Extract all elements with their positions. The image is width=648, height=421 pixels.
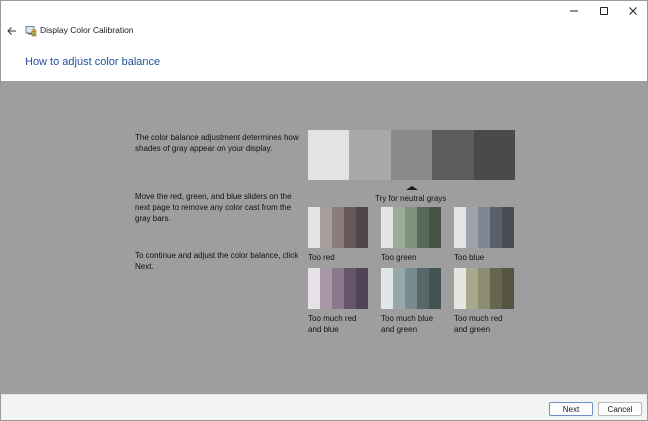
app-title: Display Color Calibration	[40, 25, 134, 35]
swatch-segment	[466, 268, 478, 309]
back-arrow-icon	[7, 27, 16, 35]
neutral-grays-label: Try for neutral grays	[375, 194, 447, 203]
swatch-segment	[417, 207, 429, 248]
intro-paragraph: The color balance adjustment determines …	[135, 133, 299, 153]
gray-segment	[390, 130, 433, 180]
swatch-segment	[405, 207, 417, 248]
minimize-button[interactable]	[559, 1, 589, 21]
footer-bar: Next Cancel	[1, 394, 647, 420]
title-bar	[1, 1, 647, 21]
example-swatch-too-green	[381, 207, 441, 248]
neutral-gray-bar	[308, 130, 516, 180]
swatch-segment	[417, 268, 429, 309]
swatch-segment	[308, 268, 320, 309]
swatch-segment	[478, 268, 490, 309]
example-label-too-red: Too red	[308, 253, 335, 262]
swatch-segment	[502, 207, 514, 248]
maximize-button[interactable]	[589, 1, 619, 21]
maximize-icon	[600, 7, 608, 15]
example-label-too-much-red-and-blue: Too much red and blue	[308, 314, 357, 334]
gray-segment	[473, 130, 516, 180]
example-label-too-much-red-and-green: Too much red and green	[454, 314, 503, 334]
swatch-segment	[466, 207, 478, 248]
close-icon	[629, 7, 637, 15]
example-swatch-too-red	[308, 207, 368, 248]
swatch-segment	[344, 268, 356, 309]
swatch-segment	[429, 268, 441, 309]
example-swatch-too-much-blue-and-green	[381, 268, 441, 309]
gray-segment	[308, 130, 350, 180]
example-swatch-too-blue	[454, 207, 514, 248]
example-label-too-much-blue-and-green: Too much blue and green	[381, 314, 434, 334]
display-calibration-icon	[25, 26, 37, 37]
swatch-segment	[344, 207, 356, 248]
swatch-segment	[490, 268, 502, 309]
swatch-segment	[381, 268, 393, 309]
swatch-segment	[405, 268, 417, 309]
back-button[interactable]	[4, 23, 20, 39]
swatch-segment	[490, 207, 502, 248]
continue-paragraph: To continue and adjust the color balance…	[135, 251, 299, 271]
example-label-too-blue: Too blue	[454, 253, 485, 262]
close-button[interactable]	[618, 1, 647, 21]
swatch-segment	[393, 207, 405, 248]
cancel-button[interactable]: Cancel	[598, 402, 642, 416]
page-title: How to adjust color balance	[25, 56, 161, 68]
swatch-segment	[320, 268, 332, 309]
neutral-indicator-icon	[406, 186, 418, 190]
navigation-row: Display Color Calibration	[1, 21, 647, 41]
swatch-segment	[320, 207, 332, 248]
gray-segment	[432, 130, 474, 180]
swatch-segment	[381, 207, 393, 248]
swatch-segment	[454, 268, 466, 309]
swatch-segment	[332, 207, 344, 248]
swatch-segment	[454, 207, 466, 248]
swatch-segment	[502, 268, 514, 309]
gray-segment	[349, 130, 391, 180]
swatch-segment	[429, 207, 441, 248]
swatch-segment	[356, 268, 368, 309]
swatch-segment	[393, 268, 405, 309]
minimize-icon	[570, 10, 578, 12]
next-button[interactable]: Next	[549, 402, 593, 416]
swatch-segment	[356, 207, 368, 248]
swatch-segment	[308, 207, 320, 248]
example-swatch-too-much-red-and-green	[454, 268, 514, 309]
example-label-too-green: Too green	[381, 253, 417, 262]
calibration-window: Display Color Calibration How to adjust …	[0, 0, 648, 421]
swatch-segment	[332, 268, 344, 309]
sliders-paragraph: Move the red, green, and blue sliders on…	[135, 192, 292, 223]
content-panel: The color balance adjustment determines …	[1, 81, 647, 394]
example-swatch-too-much-red-and-blue	[308, 268, 368, 309]
swatch-segment	[478, 207, 490, 248]
